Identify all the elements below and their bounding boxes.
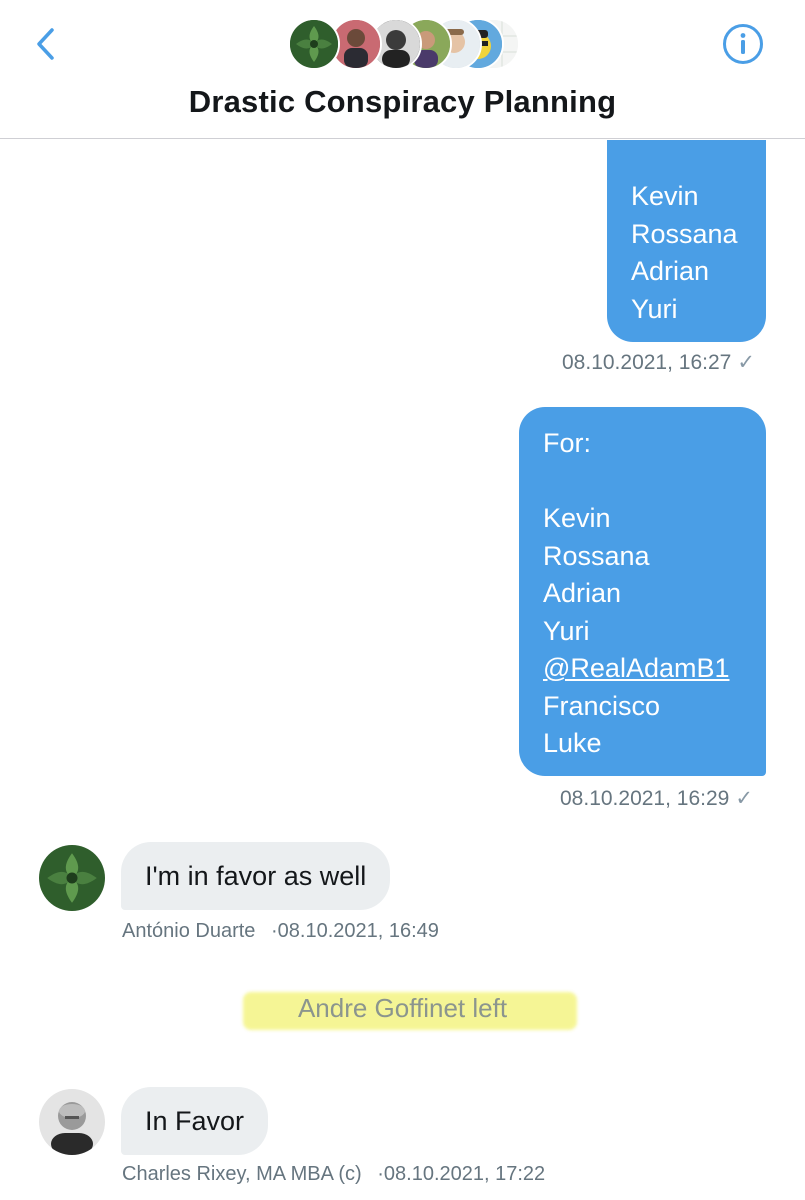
checkmark-icon: ✓ [737, 351, 755, 374]
avatar [288, 18, 340, 70]
outgoing-message[interactable]: Kevin Rossana Adrian Yuri [607, 140, 766, 342]
incoming-message[interactable]: I'm in favor as well [121, 842, 391, 910]
group-avatars[interactable] [288, 18, 520, 70]
info-icon [723, 24, 763, 64]
conversation-title: Drastic Conspiracy Planning [188, 84, 617, 119]
timestamp-text: 08.10.2021, 16:27 [562, 351, 732, 374]
incoming-message[interactable]: In Favor [121, 1087, 269, 1155]
conversation-header: Drastic Conspiracy Planning [0, 0, 805, 139]
message-timestamp: 08.10.2021, 16:29 ✓ [560, 786, 753, 811]
outgoing-message[interactable]: For: Kevin Rossana Adrian Yuri @RealAdam… [519, 407, 766, 776]
checkmark-icon: ✓ [735, 787, 753, 810]
back-button[interactable] [30, 22, 70, 66]
separator-dot: · [377, 1163, 384, 1185]
message-line: Francisco [543, 690, 661, 721]
message-line: Adrian [543, 578, 622, 608]
info-button[interactable] [722, 23, 764, 65]
timestamp-text: 08.10.2021, 16:49 [277, 920, 439, 942]
message-line: Rossana [631, 218, 738, 249]
sender-avatar[interactable] [39, 1089, 105, 1155]
message-line: Kevin [543, 503, 611, 533]
message-line: Yuri [631, 293, 678, 324]
message-meta: António Duarte ·08.10.2021, 16:49 [122, 920, 439, 943]
message-line: Rossana [543, 540, 650, 571]
chevron-left-icon [37, 28, 54, 60]
separator-dot: · [270, 920, 278, 942]
message-line: Adrian [631, 256, 710, 286]
message-line [543, 463, 766, 501]
timestamp-text: 08.10.2021, 17:22 [383, 1163, 546, 1185]
timestamp-text: 08.10.2021, 16:29 [560, 787, 730, 810]
message-meta: Charles Rixey, MA MBA (c) ·08.10.2021, 1… [122, 1163, 545, 1186]
sender-avatar[interactable] [39, 845, 105, 911]
sender-name[interactable]: Charles Rixey, MA MBA (c) [122, 1163, 362, 1185]
message-line: Yuri [543, 615, 590, 646]
message-line: Kevin [631, 181, 699, 211]
message-timestamp: 08.10.2021, 16:27 ✓ [562, 350, 755, 375]
sender-name[interactable]: António Duarte [122, 920, 255, 942]
message-line: Luke [543, 728, 602, 758]
message-line: For: [543, 428, 592, 458]
system-message: Andre Goffinet left [297, 993, 508, 1023]
mention-link[interactable]: @RealAdamB1 [543, 650, 766, 688]
